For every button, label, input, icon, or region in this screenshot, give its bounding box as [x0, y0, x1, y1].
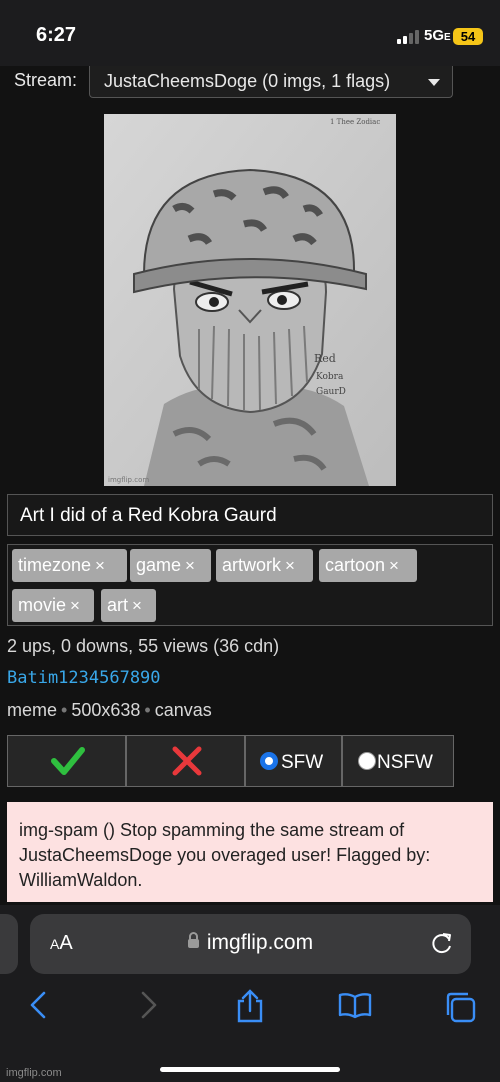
meta-separator: •: [144, 700, 151, 720]
tag-art[interactable]: art ×: [101, 589, 156, 622]
remove-tag-icon[interactable]: ×: [389, 556, 399, 575]
lock-icon: [187, 932, 199, 948]
stream-label: Stream:: [14, 70, 78, 90]
remove-tag-icon[interactable]: ×: [132, 596, 142, 615]
meme-title[interactable]: Art I did of a Red Kobra Gaurd: [7, 494, 493, 536]
tag-cartoon[interactable]: cartoon ×: [319, 549, 417, 582]
nsfw-option[interactable]: NSFW: [342, 735, 454, 787]
tag-label: movie: [18, 595, 67, 615]
remove-tag-icon[interactable]: ×: [95, 556, 105, 575]
meme-image[interactable]: Red Kobra GaurD 1 Thee Zodiac imgflip.co…: [104, 114, 396, 486]
status-time: 6:27: [36, 24, 77, 46]
sfw-label: SFW: [281, 752, 324, 773]
bookmarks-icon[interactable]: [338, 991, 372, 1019]
author-link[interactable]: Batim1234567890: [7, 668, 161, 688]
reload-icon[interactable]: [429, 930, 455, 956]
url-display[interactable]: imgflip.com: [30, 931, 471, 955]
address-bar[interactable]: AA imgflip.com: [30, 914, 471, 974]
remove-tag-icon[interactable]: ×: [70, 596, 80, 615]
drawing-text-2: Kobra: [316, 372, 344, 382]
tag-label: timezone: [18, 555, 92, 575]
sfw-radio[interactable]: [260, 752, 278, 770]
stream-row: Stream: JustaCheemsDoge (0 imgs, 1 flags…: [0, 66, 500, 106]
tag-timezone[interactable]: timezone ×: [12, 549, 127, 582]
approve-button[interactable]: [7, 735, 126, 787]
previous-tab[interactable]: [0, 914, 18, 974]
remove-tag-icon[interactable]: ×: [285, 556, 295, 575]
drawing-corner-signature: 1 Thee Zodiac: [330, 118, 380, 126]
remove-tag-icon[interactable]: ×: [185, 556, 195, 575]
meme-meta: meme • 500x638 • canvas: [7, 700, 212, 721]
tag-label: cartoon: [325, 555, 386, 575]
stream-select[interactable]: JustaCheemsDoge (0 imgs, 1 flags): [89, 66, 453, 98]
meta-size: 500x638: [71, 700, 141, 720]
drawing-text-3: GaurD: [316, 387, 346, 397]
signal-icon: [397, 30, 421, 44]
tag-game[interactable]: game ×: [130, 549, 211, 582]
meta-separator: •: [61, 700, 68, 720]
imgflip-watermark: imgflip.com: [6, 1067, 62, 1079]
image-watermark: imgflip.com: [108, 476, 149, 484]
network-indicator: 5GE: [424, 27, 451, 44]
tag-label: art: [107, 595, 129, 615]
home-indicator: [160, 1067, 340, 1072]
back-icon[interactable]: [28, 991, 50, 1019]
flag-notice: img-spam () Stop spamming the same strea…: [7, 802, 493, 902]
nsfw-radio[interactable]: [358, 752, 376, 770]
share-icon[interactable]: [235, 989, 265, 1023]
status-bar: 6:27 5GE 54: [0, 0, 500, 66]
stream-selected-value: JustaCheemsDoge (0 imgs, 1 flags): [104, 71, 391, 91]
meme-stats: 2 ups, 0 downs, 55 views (36 cdn): [7, 636, 280, 656]
tabs-icon[interactable]: [444, 991, 476, 1023]
chevron-down-icon: [428, 79, 440, 86]
sfw-option[interactable]: SFW: [245, 735, 342, 787]
reject-button[interactable]: [126, 735, 245, 787]
cross-icon: [172, 746, 202, 776]
tag-artwork[interactable]: artwork ×: [216, 549, 313, 582]
checkmark-icon: [51, 747, 85, 775]
nsfw-label: NSFW: [377, 752, 433, 773]
browser-toolbar: AA imgflip.com imgflip.com: [0, 905, 500, 1082]
url-text: imgflip.com: [206, 931, 314, 954]
battery-icon: 54: [453, 28, 483, 45]
tag-label: game: [136, 555, 182, 575]
tags-input[interactable]: timezone × game × artwork × cartoon × movie ×…: [7, 544, 493, 626]
tag-label: artwork: [222, 555, 282, 575]
tag-movie[interactable]: movie ×: [12, 589, 94, 622]
meta-source: canvas: [154, 700, 212, 720]
drawing-text-1: Red: [314, 352, 336, 365]
meme-drawing: Red Kobra GaurD 1 Thee Zodiac imgflip.co…: [104, 114, 396, 486]
forward-icon[interactable]: [137, 991, 159, 1019]
meta-type: meme: [7, 700, 58, 720]
